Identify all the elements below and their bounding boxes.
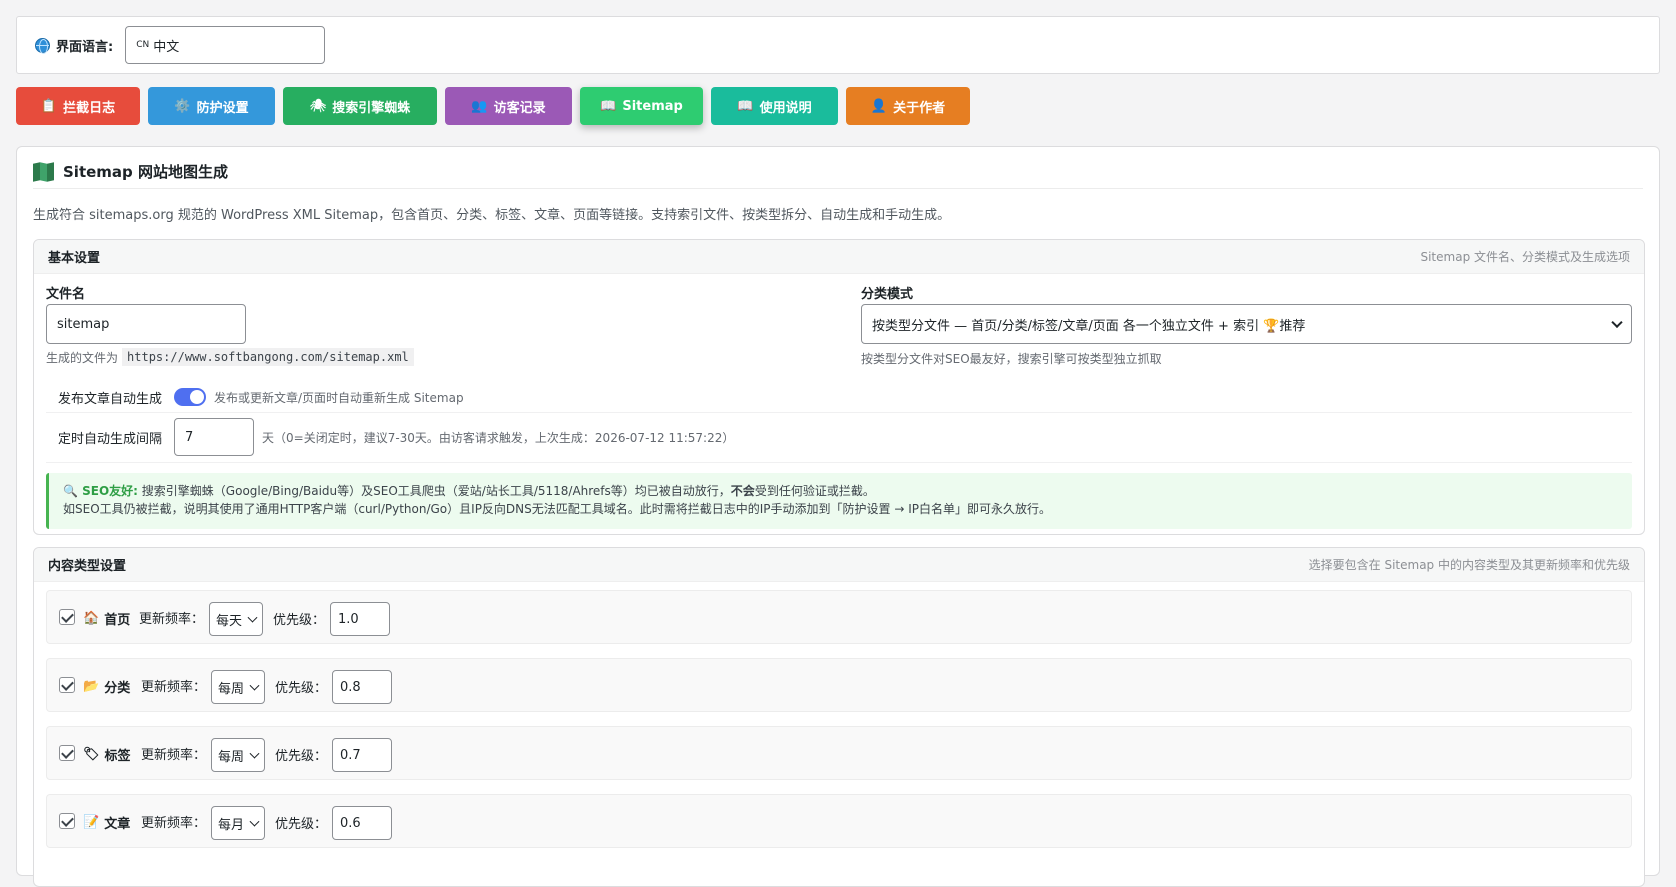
tag-icon: 🏷 xyxy=(83,747,100,762)
flag-icon: CN xyxy=(136,40,150,50)
tab-protection-settings[interactable]: ⚙️ 防护设置 xyxy=(148,87,275,125)
content-types-header: 内容类型设置 选择要包含在 Sitemap 中的内容类型及其更新频率和优先级 xyxy=(34,548,1644,582)
spider-icon: 🕷 xyxy=(309,98,327,114)
basic-settings-header: 基本设置 Sitemap 文件名、分类模式及生成选项 xyxy=(34,240,1644,274)
row-divider xyxy=(46,462,1632,463)
notice-line2: 如SEO工具仍被拦截，说明其使用了通用HTTP客户端（curl/Python/G… xyxy=(63,502,1051,516)
chevron-down-icon xyxy=(249,748,260,759)
interval-label: 定时自动生成间隔 xyxy=(58,432,163,447)
tab-sitemap[interactable]: 📖 Sitemap xyxy=(580,87,703,125)
language-bar: 界面语言: CN 中文 xyxy=(16,16,1660,74)
home-priority-input[interactable]: 1.0 xyxy=(330,602,390,636)
auto-generate-hint: 发布或更新文章/页面时自动重新生成 Sitemap xyxy=(214,391,464,405)
sitemap-panel: Sitemap 网站地图生成 生成符合 sitemaps.org 规范的 Wor… xyxy=(16,146,1660,887)
tab-intercept-log[interactable]: 📋 拦截日志 xyxy=(16,87,140,125)
user-icon: 👤 xyxy=(870,98,888,114)
content-type-name: 📂 分类 xyxy=(83,679,131,696)
post-priority-input[interactable]: 0.6 xyxy=(332,806,392,840)
basic-settings-card: 基本设置 Sitemap 文件名、分类模式及生成选项 文件名 sitemap 生… xyxy=(33,239,1645,535)
tab-search-spiders[interactable]: 🕷 搜索引擎蜘蛛 xyxy=(283,87,437,125)
content-type-name: 📝 文章 xyxy=(83,815,131,832)
include-category-checkbox[interactable] xyxy=(59,677,75,693)
sitemap-url: https://www.softbangong.com/sitemap.xml xyxy=(122,348,414,366)
panel-description: 生成符合 sitemaps.org 规范的 WordPress XML Site… xyxy=(33,208,951,223)
content-type-name: 🏠 首页 xyxy=(83,611,131,628)
row-divider xyxy=(46,412,1632,413)
language-label: 界面语言: xyxy=(35,36,113,55)
content-type-name: 🏷 标签 xyxy=(83,747,131,764)
tab-visitor-log[interactable]: 👥 访客记录 xyxy=(445,87,572,125)
category-freq-select[interactable]: 每周 xyxy=(211,670,265,704)
clipboard-icon: 📋 xyxy=(40,98,58,114)
interval-input[interactable]: 7 xyxy=(174,418,254,456)
content-type-row-category: 📂 分类 更新频率： 每周 优先级： 0.8 xyxy=(46,658,1632,712)
home-icon: 🏠 xyxy=(83,611,100,626)
content-types-card: 内容类型设置 选择要包含在 Sitemap 中的内容类型及其更新频率和优先级 🏠… xyxy=(33,547,1645,887)
panel-title: Sitemap 网站地图生成 xyxy=(33,161,228,182)
content-type-row-tag: 🏷 标签 更新频率： 每周 优先级： 0.7 xyxy=(46,726,1632,780)
folder-icon: 📂 xyxy=(83,679,100,694)
mode-label: 分类模式 xyxy=(861,287,914,302)
mode-hint: 按类型分文件对SEO最友好，搜索引擎可按类型独立抓取 xyxy=(861,352,1162,366)
memo-icon: 📝 xyxy=(83,815,100,830)
book-open-icon: 📖 xyxy=(737,98,754,114)
book-icon: 📖 xyxy=(600,98,617,114)
include-post-checkbox[interactable] xyxy=(59,813,75,829)
seo-notice: 🔍 SEO友好: 搜索引擎蜘蛛（Google/Bing/Baidu等）及SEO工… xyxy=(46,473,1632,529)
chevron-down-icon xyxy=(247,612,258,623)
content-type-row-post: 📝 文章 更新频率： 每月 优先级： 0.6 xyxy=(46,794,1632,848)
tab-usage-guide[interactable]: 📖 使用说明 xyxy=(711,87,838,125)
category-priority-input[interactable]: 0.8 xyxy=(332,670,392,704)
filename-hint: 生成的文件为 https://www.softbangong.com/sitem… xyxy=(46,348,414,366)
auto-generate-label: 发布文章自动生成 xyxy=(58,392,163,407)
interval-hint: 天（0=关闭定时，建议7-30天。由访客请求触发，上次生成：2026-07-12… xyxy=(262,431,735,445)
mode-select[interactable]: 按类型分文件 — 首页/分类/标签/文章/页面 各一个独立文件 + 索引 🏆推荐 xyxy=(861,304,1632,344)
content-type-row-home: 🏠 首页 更新频率： 每天 优先级： 1.0 xyxy=(46,590,1632,644)
chevron-down-icon xyxy=(249,816,260,827)
tab-about-author[interactable]: 👤 关于作者 xyxy=(846,87,970,125)
gear-icon: ⚙️ xyxy=(174,98,191,114)
chevron-down-icon xyxy=(1611,316,1623,329)
include-tag-checkbox[interactable] xyxy=(59,745,75,761)
filename-label: 文件名 xyxy=(46,287,86,302)
include-home-checkbox[interactable] xyxy=(59,609,75,625)
home-freq-select[interactable]: 每天 xyxy=(209,602,263,636)
auto-generate-toggle[interactable] xyxy=(174,388,206,406)
chevron-down-icon xyxy=(249,680,260,691)
tag-freq-select[interactable]: 每周 xyxy=(211,738,265,772)
users-icon: 👥 xyxy=(471,98,488,114)
language-select[interactable]: CN 中文 xyxy=(125,26,326,64)
globe-icon xyxy=(35,37,50,54)
filename-input[interactable]: sitemap xyxy=(46,304,246,344)
main-tabs: 📋 拦截日志 ⚙️ 防护设置 🕷 搜索引擎蜘蛛 👥 访客记录 📖 Sitemap… xyxy=(16,87,970,125)
map-icon xyxy=(33,161,54,182)
tag-priority-input[interactable]: 0.7 xyxy=(332,738,392,772)
language-value: 中文 xyxy=(153,39,180,55)
post-freq-select[interactable]: 每月 xyxy=(211,806,265,840)
title-divider xyxy=(33,188,1643,189)
notice-title: 🔍 SEO友好: xyxy=(63,484,138,498)
